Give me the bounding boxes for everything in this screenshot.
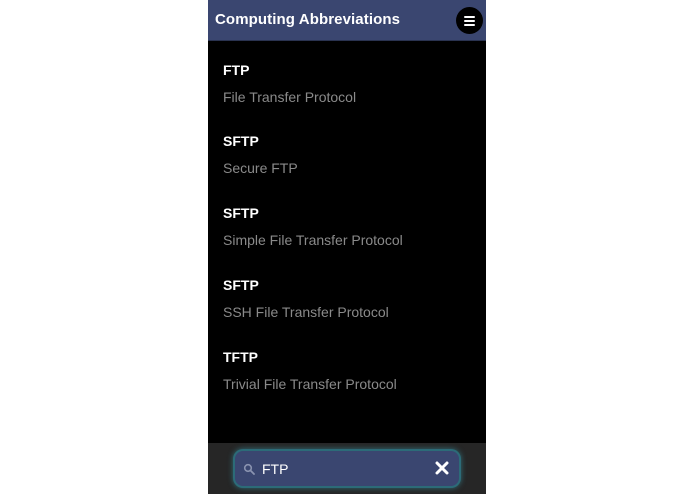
app-title: Computing Abbreviations <box>215 11 401 28</box>
result-item[interactable]: SFTP SSH File Transfer Protocol <box>223 277 478 337</box>
search-box[interactable] <box>235 451 459 486</box>
meaning: Simple File Transfer Protocol <box>223 232 403 248</box>
search-icon <box>243 463 255 475</box>
results-list: FTP File Transfer Protocol SFTP Secure F… <box>208 41 486 443</box>
result-item[interactable]: FTP File Transfer Protocol <box>223 62 478 122</box>
abbreviation: SFTP <box>223 277 259 293</box>
meaning: Trivial File Transfer Protocol <box>223 376 397 392</box>
menu-button[interactable] <box>456 7 483 34</box>
result-item[interactable]: SFTP Simple File Transfer Protocol <box>223 205 478 265</box>
app-screen: Computing Abbreviations FTP File Transfe… <box>208 0 486 494</box>
result-item[interactable]: TFTP Trivial File Transfer Protocol <box>223 349 478 409</box>
close-icon[interactable] <box>435 461 449 475</box>
meaning: Secure FTP <box>223 160 298 176</box>
app-header: Computing Abbreviations <box>208 0 486 41</box>
meaning: SSH File Transfer Protocol <box>223 304 389 320</box>
result-item[interactable]: SFTP Secure FTP <box>223 133 478 193</box>
abbreviation: FTP <box>223 62 250 78</box>
meaning: File Transfer Protocol <box>223 89 357 105</box>
search-input[interactable] <box>262 459 422 479</box>
abbreviation: SFTP <box>223 205 259 221</box>
abbreviation: SFTP <box>223 133 259 149</box>
abbreviation: TFTP <box>223 349 258 365</box>
search-footer <box>208 443 486 494</box>
